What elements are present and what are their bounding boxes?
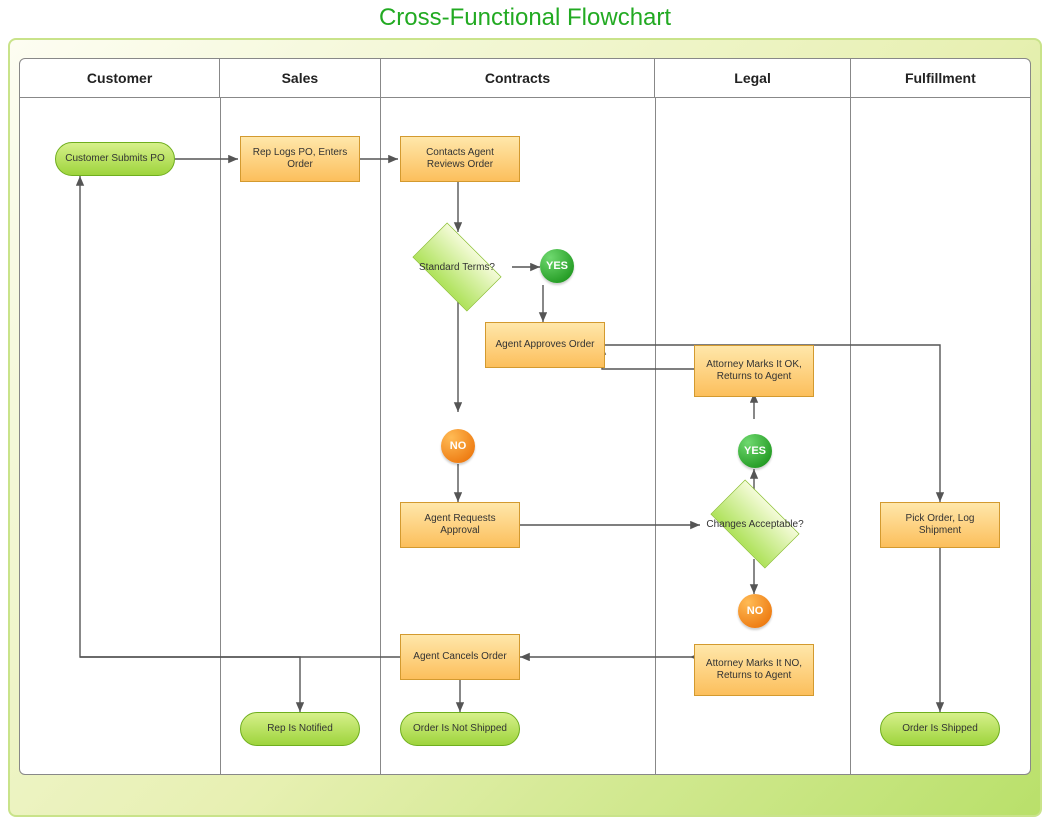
lane-headers: Customer Sales Contracts Legal Fulfillme… (20, 59, 1030, 98)
process-attorney-ok: Attorney Marks It OK, Returns to Agent (694, 345, 814, 397)
lane-contracts: Contracts (381, 59, 656, 97)
process-rep-logs: Rep Logs PO, Enters Order (240, 136, 360, 182)
terminal-not-shipped: Order Is Not Shipped (400, 712, 520, 746)
lane-fulfillment: Fulfillment (851, 59, 1030, 97)
terminal-rep-notified: Rep Is Notified (240, 712, 360, 746)
lane-customer: Customer (20, 59, 220, 97)
terminal-shipped: Order Is Shipped (880, 712, 1000, 746)
process-attorney-no: Attorney Marks It NO, Returns to Agent (694, 644, 814, 696)
terminal-customer-submits: Customer Submits PO (55, 142, 175, 176)
lane-sales: Sales (220, 59, 380, 97)
flowchart-frame: Customer Sales Contracts Legal Fulfillme… (8, 38, 1042, 817)
connectors (20, 97, 1030, 774)
process-agent-cancels: Agent Cancels Order (400, 634, 520, 680)
badge-yes-changes: YES (738, 434, 772, 468)
lane-legal: Legal (655, 59, 850, 97)
badge-yes-standard: YES (540, 249, 574, 283)
badge-no-standard: NO (441, 429, 475, 463)
chart-title: Cross-Functional Flowchart (0, 4, 1050, 32)
process-pick-order: Pick Order, Log Shipment (880, 502, 1000, 548)
process-agent-approves: Agent Approves Order (485, 322, 605, 368)
decision-standard-terms: Standard Terms? (402, 232, 512, 302)
badge-no-changes: NO (738, 594, 772, 628)
swimlanes: Customer Sales Contracts Legal Fulfillme… (19, 58, 1031, 775)
decision-changes-acceptable: Changes Acceptable? (700, 489, 810, 559)
process-agent-requests: Agent Requests Approval (400, 502, 520, 548)
process-agent-reviews: Contacts Agent Reviews Order (400, 136, 520, 182)
